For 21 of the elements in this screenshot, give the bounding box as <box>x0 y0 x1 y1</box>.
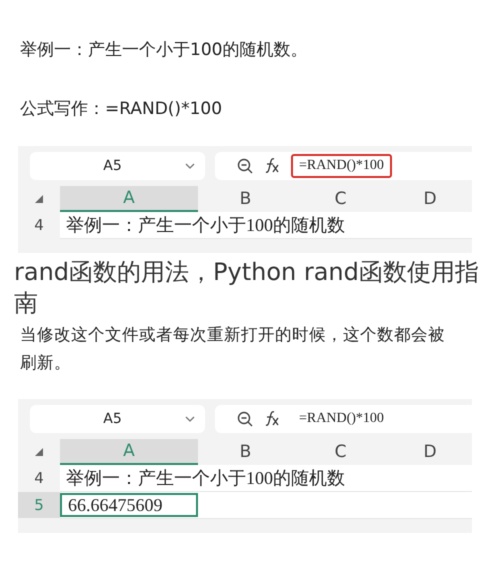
body-text: 当修改这个文件或者每次重新打开的时候，这个数都会被刷新。 <box>20 324 446 374</box>
body-text: 公式写作：=RAND()*100 <box>20 98 224 120</box>
function-icon[interactable] <box>263 158 281 174</box>
formula-field[interactable]: =RAND()*100 <box>291 154 392 178</box>
select-all-icon[interactable] <box>35 195 43 203</box>
table-cell-text: 举例一：产生一个小于100的随机数 <box>65 214 345 237</box>
chevron-icon <box>185 163 195 169</box>
body-text: 举例一：产生一个小于100的随机数。 <box>20 39 308 61</box>
chevron-icon <box>185 416 195 422</box>
name-box[interactable]: A5 <box>30 405 205 433</box>
row-header[interactable]: 4 <box>18 212 60 238</box>
select-all-icon[interactable] <box>35 448 43 456</box>
table-cell: 66.66475609 <box>60 493 198 517</box>
table-cell-text: 举例一：产生一个小于100的随机数 <box>65 467 345 490</box>
row-header[interactable]: 4 <box>18 465 60 491</box>
name-box[interactable]: A5 <box>30 152 205 180</box>
formula-field[interactable]: =RAND()*100 <box>291 407 392 431</box>
zoom-out-icon[interactable] <box>237 158 253 174</box>
function-icon[interactable] <box>263 411 281 427</box>
zoom-out-icon[interactable] <box>237 411 253 427</box>
overlay-title: rand函数的用法，Python rand函数使用指南 <box>14 257 480 319</box>
